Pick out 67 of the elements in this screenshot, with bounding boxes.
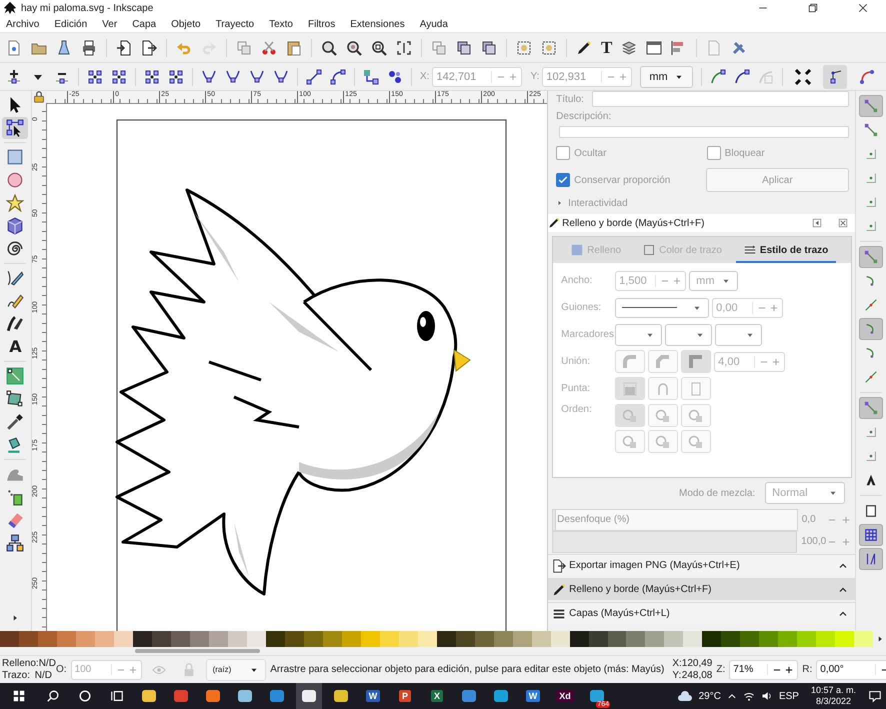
letter-app-icon: P (398, 690, 411, 702)
menu-item[interactable]: Filtros (308, 18, 336, 30)
stroke-value: N/D (34, 670, 52, 682)
status-message: Arrastre para seleccionar objeto para edición, pulse para editar este objeto (más: Mayús) (270, 664, 664, 675)
fill-label: Relleno: (2, 658, 39, 670)
dock-panel-header[interactable]: Exportar imagen PNG (Mayús+Ctrl+E) (548, 554, 856, 576)
dialog-title: Relleno y borde (Mayús+Ctrl+F) (562, 218, 704, 228)
markers-label: Marcadores: (561, 329, 612, 340)
dashes-label: Guiones: (561, 302, 602, 313)
taskbar-app-button[interactable]: P (392, 683, 418, 709)
zoom-label: Z: (716, 664, 726, 675)
language-indicator[interactable]: ESP (778, 690, 799, 702)
menu-item[interactable]: Extensiones (350, 18, 405, 30)
title-label: Título: (556, 94, 584, 104)
letter-app-icon: W (526, 690, 540, 702)
taskbar-app-button[interactable]: W (360, 683, 386, 709)
blend-mode-label: Modo de mezcla: (679, 488, 756, 498)
dock-panel-header[interactable]: Capas (Mayús+Ctrl+L) (548, 602, 856, 624)
menu-item[interactable]: Texto (269, 18, 293, 30)
checkbox-label: Ocultar (574, 148, 606, 158)
order-label: Orden: (561, 404, 593, 415)
dock-panel-title: Capas (Mayús+Ctrl+L) (569, 608, 670, 619)
join-label: Unión: (561, 356, 592, 367)
letter-app-icon: W (366, 690, 380, 702)
unit-dropdown[interactable]: mm (640, 66, 693, 88)
blur-value: 0,0 (802, 514, 817, 525)
width-label: Ancho: (561, 275, 594, 286)
temperature: 29°C (698, 690, 721, 702)
rotation-field[interactable]: 0,00° (816, 660, 886, 680)
clock[interactable]: 10:57 a. m. 8/3/2022 (810, 685, 856, 707)
cursor-x-label: X: (672, 658, 682, 670)
stroke-label: Trazo: (2, 670, 30, 682)
fill-value: N/D (38, 658, 56, 670)
x-label: X: (420, 71, 430, 82)
dock-panel-header[interactable]: Relleno y borde (Mayús+Ctrl+F) (548, 578, 856, 600)
menu-item[interactable]: Capa (132, 18, 156, 30)
dock-panel-title: Relleno y borde (Mayús+Ctrl+F) (569, 584, 712, 595)
letter-app-icon: X (430, 690, 443, 702)
text-tool-button[interactable]: T (601, 40, 612, 56)
blur-label: Desenfoque (%) (557, 514, 630, 525)
zoom-field[interactable]: 71% (729, 660, 798, 680)
menu-item[interactable]: Trayecto (216, 18, 254, 30)
cursor-y-label: Y: (672, 670, 682, 682)
text-tool-button[interactable]: A (2, 336, 28, 358)
cap-label: Punta: (561, 383, 592, 394)
taskbar-app-button[interactable]: Xd (552, 683, 578, 709)
tab[interactable]: Estilo de trazo (736, 239, 836, 263)
y-label: Y: (530, 71, 540, 82)
rotation-label: R: (802, 664, 812, 675)
layer-dropdown[interactable]: (raíz) (206, 658, 266, 680)
checkbox-label: Bloquear (724, 148, 765, 158)
menu-item[interactable]: Ver (102, 18, 118, 30)
dock-panel-title: Exportar imagen PNG (Mayús+Ctrl+E) (569, 560, 740, 571)
opacity-label: O: (56, 664, 67, 675)
window-title: hay mi paloma.svg - Inkscape (21, 2, 154, 14)
letter-app-icon: Xd (556, 690, 574, 702)
taskbar-app-button[interactable]: X (424, 683, 450, 709)
menu-item[interactable]: Edición (54, 18, 88, 30)
description-label: Descripción: (556, 111, 612, 122)
cursor-y-value: 248,08 (682, 670, 712, 682)
menu-item[interactable]: Objeto (171, 18, 201, 30)
menu-item[interactable]: Ayuda (420, 18, 448, 30)
checkbox-label: Conservar proporción (574, 174, 670, 186)
opacity-value: 100,0 (801, 536, 824, 547)
menu-item[interactable]: Archivo (6, 18, 40, 30)
taskbar-app-button[interactable]: W (520, 683, 546, 709)
cursor-x-value: 120,49 (682, 658, 712, 670)
